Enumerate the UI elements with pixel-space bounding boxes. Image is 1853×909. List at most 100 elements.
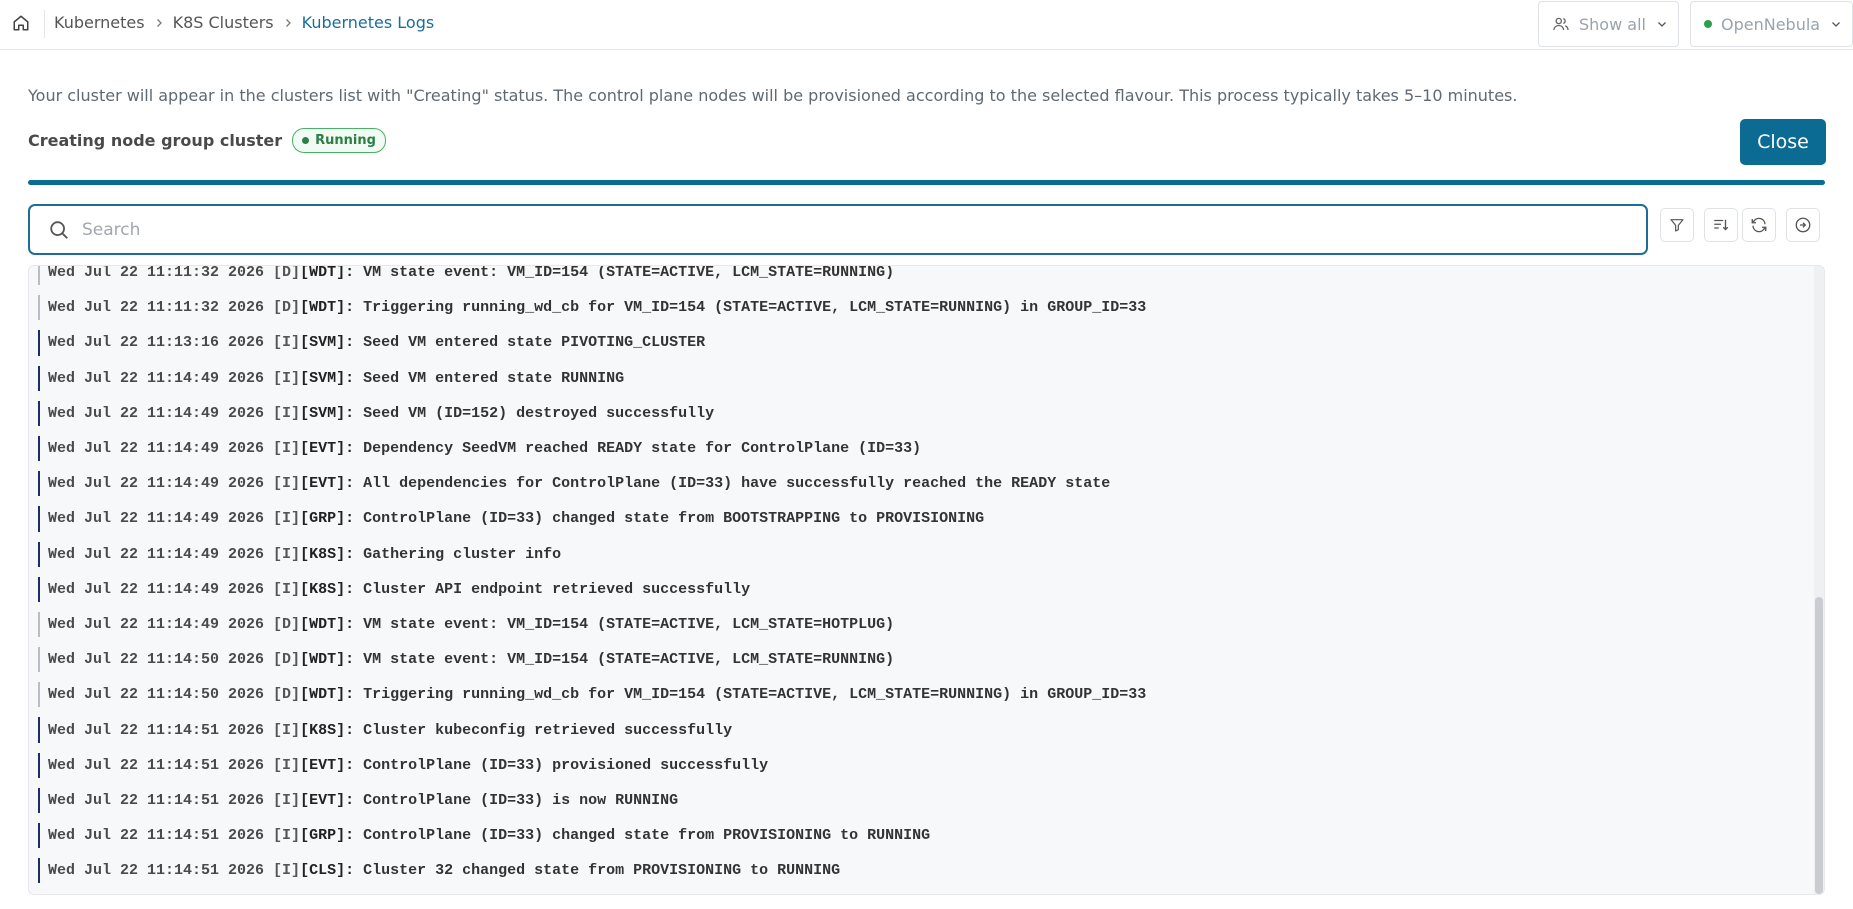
chevron-down-icon <box>1658 22 1666 27</box>
log-timestamp: Wed Jul 22 11:14:50 2026 <box>48 651 265 669</box>
log-message: ControlPlane (ID=33) changed state from … <box>363 827 931 845</box>
cloud-selector[interactable]: OpenNebula <box>1690 1 1853 47</box>
filter-button[interactable] <box>1660 208 1694 242</box>
log-row: Wed Jul 22 11:13:16 2026 [I] [SVM]: Seed VM… <box>29 325 1814 360</box>
log-row: Wed Jul 22 11:14:50 2026 [D] [WDT]: Trigger… <box>29 677 1814 712</box>
progress-bar <box>28 180 1825 185</box>
log-row: Wed Jul 22 11:14:51 2026 [I] [K8S]: Cluster… <box>29 712 1814 747</box>
log-level: [D] <box>273 651 301 669</box>
log-component: [GRP]: <box>300 827 355 845</box>
home-icon <box>13 15 29 31</box>
toolbar-divider <box>44 10 45 38</box>
log-message: Cluster API endpoint retrieved successfu… <box>363 580 751 598</box>
log-component: [WDT]: <box>300 651 355 669</box>
show-all-dropdown[interactable]: Show all <box>1538 1 1679 47</box>
log-message: ControlPlane (ID=33) is now RUNNING <box>363 791 679 809</box>
log-message: Triggering running_wd_cb for VM_ID=154 (… <box>363 299 1147 317</box>
log-component: [EVT]: <box>300 756 355 774</box>
chevron-right-icon <box>153 17 165 29</box>
log-timestamp: Wed Jul 22 11:14:49 2026 <box>48 475 265 493</box>
log-timestamp: Wed Jul 22 11:14:49 2026 <box>48 440 265 458</box>
log-message: Gathering cluster info <box>363 545 562 563</box>
breadcrumb-k8s-clusters[interactable]: K8S Clusters <box>173 13 274 32</box>
scrollbar-thumb[interactable] <box>1815 597 1823 894</box>
progress-fill <box>28 180 1825 185</box>
log-timestamp: Wed Jul 22 11:14:49 2026 <box>48 545 265 563</box>
log-timestamp: Wed Jul 22 11:13:16 2026 <box>48 334 265 352</box>
breadcrumb-current: Kubernetes Logs <box>301 13 435 32</box>
log-message: Seed VM entered state PIVOTING_CLUSTER <box>363 334 706 352</box>
log-level: [D] <box>273 686 301 704</box>
home-button[interactable] <box>10 12 32 34</box>
breadcrumb: Kubernetes K8S Clusters Kubernetes Logs <box>54 13 434 32</box>
log-row: Wed Jul 22 11:14:49 2026 [D] [WDT]: VM stat… <box>29 607 1814 642</box>
log-timestamp: Wed Jul 22 11:14:50 2026 <box>48 686 265 704</box>
refresh-icon <box>1751 217 1767 233</box>
log-level: [I] <box>273 404 301 422</box>
sort-button[interactable] <box>1704 208 1738 242</box>
log-level: [I] <box>273 791 301 809</box>
log-level: [D] <box>273 299 301 317</box>
refresh-button[interactable] <box>1742 208 1776 242</box>
log-row: Wed Jul 22 11:14:49 2026 [I] [EVT]: Depende… <box>29 431 1814 466</box>
log-row: Wed Jul 22 11:14:51 2026 [I] [GRP]: Control… <box>29 818 1814 853</box>
filter-icon <box>1670 219 1684 232</box>
follow-icon <box>1795 217 1811 233</box>
log-message: ControlPlane (ID=33) provisioned success… <box>363 756 769 774</box>
top-bar: Kubernetes K8S Clusters Kubernetes Logs … <box>0 0 1853 50</box>
log-component: [WDT]: <box>300 299 355 317</box>
status-badge-label: Running <box>315 133 376 148</box>
log-row: Wed Jul 22 11:14:49 2026 [I] [K8S]: Gatheri… <box>29 537 1814 572</box>
log-component: [WDT]: <box>300 615 355 633</box>
scrollbar[interactable] <box>1814 266 1824 894</box>
log-level: [D] <box>273 265 301 282</box>
log-message: VM state event: VM_ID=154 (STATE=ACTIVE,… <box>363 651 895 669</box>
close-button[interactable]: Close <box>1740 119 1826 165</box>
follow-button[interactable] <box>1786 208 1820 242</box>
log-timestamp: Wed Jul 22 11:14:49 2026 <box>48 615 265 633</box>
cloud-label: OpenNebula <box>1721 14 1821 34</box>
log-component: [WDT]: <box>300 265 355 282</box>
info-message: Your cluster will appear in the clusters… <box>28 86 1518 105</box>
search-input[interactable] <box>82 219 1582 240</box>
log-level: [I] <box>273 827 301 845</box>
log-timestamp: Wed Jul 22 11:14:49 2026 <box>48 510 265 528</box>
log-timestamp: Wed Jul 22 11:14:51 2026 <box>48 862 265 880</box>
log-component: [SVM]: <box>300 404 355 422</box>
status-title: Creating node group cluster <box>28 131 283 150</box>
breadcrumb-kubernetes[interactable]: Kubernetes <box>54 13 145 32</box>
log-component: [SVM]: <box>300 369 355 387</box>
log-row: Wed Jul 22 11:14:50 2026 [D] [WDT]: VM stat… <box>29 642 1814 677</box>
log-level: [I] <box>273 756 301 774</box>
log-level: [I] <box>273 369 301 387</box>
log-level: [I] <box>273 580 301 598</box>
log-message: Seed VM (ID=152) destroyed successfully <box>363 404 715 422</box>
log-timestamp: Wed Jul 22 11:14:49 2026 <box>48 369 265 387</box>
log-message: VM state event: VM_ID=154 (STATE=ACTIVE,… <box>363 615 895 633</box>
log-timestamp: Wed Jul 22 11:11:32 2026 <box>48 299 265 317</box>
log-component: [CLS]: <box>300 862 355 880</box>
log-row: Wed Jul 22 11:14:49 2026 [I] [SVM]: Seed VM… <box>29 396 1814 431</box>
log-message: Dependency SeedVM reached READY state fo… <box>363 440 922 458</box>
log-message: Cluster kubeconfig retrieved successfull… <box>363 721 733 739</box>
log-level: [I] <box>273 510 301 528</box>
search-box[interactable] <box>28 204 1648 255</box>
log-level: [I] <box>273 721 301 739</box>
log-component: [WDT]: <box>300 686 355 704</box>
log-row: Wed Jul 22 11:11:32 2026 [D] [WDT]: VM stat… <box>29 265 1814 290</box>
sort-icon <box>1714 219 1729 231</box>
log-viewer: Wed Jul 22 11:11:32 2026 [D] [WDT]: VM stat… <box>28 265 1825 895</box>
log-component: [K8S]: <box>300 580 355 598</box>
log-component: [SVM]: <box>300 334 355 352</box>
status-dot <box>302 137 310 144</box>
log-level: [I] <box>273 545 301 563</box>
log-row: Wed Jul 22 11:14:49 2026 [I] [EVT]: All dep… <box>29 466 1814 501</box>
log-list: Wed Jul 22 11:11:32 2026 [D] [WDT]: VM stat… <box>29 265 1814 888</box>
status-badge: Running <box>292 128 386 153</box>
chevron-down-icon <box>1832 22 1841 27</box>
users-icon <box>1553 17 1569 31</box>
status-row: Creating node group cluster Running <box>28 128 386 153</box>
log-message: VM state event: VM_ID=154 (STATE=ACTIVE,… <box>363 265 895 282</box>
log-row: Wed Jul 22 11:14:49 2026 [I] [SVM]: Seed VM… <box>29 361 1814 396</box>
cloud-status-dot <box>1704 20 1712 28</box>
